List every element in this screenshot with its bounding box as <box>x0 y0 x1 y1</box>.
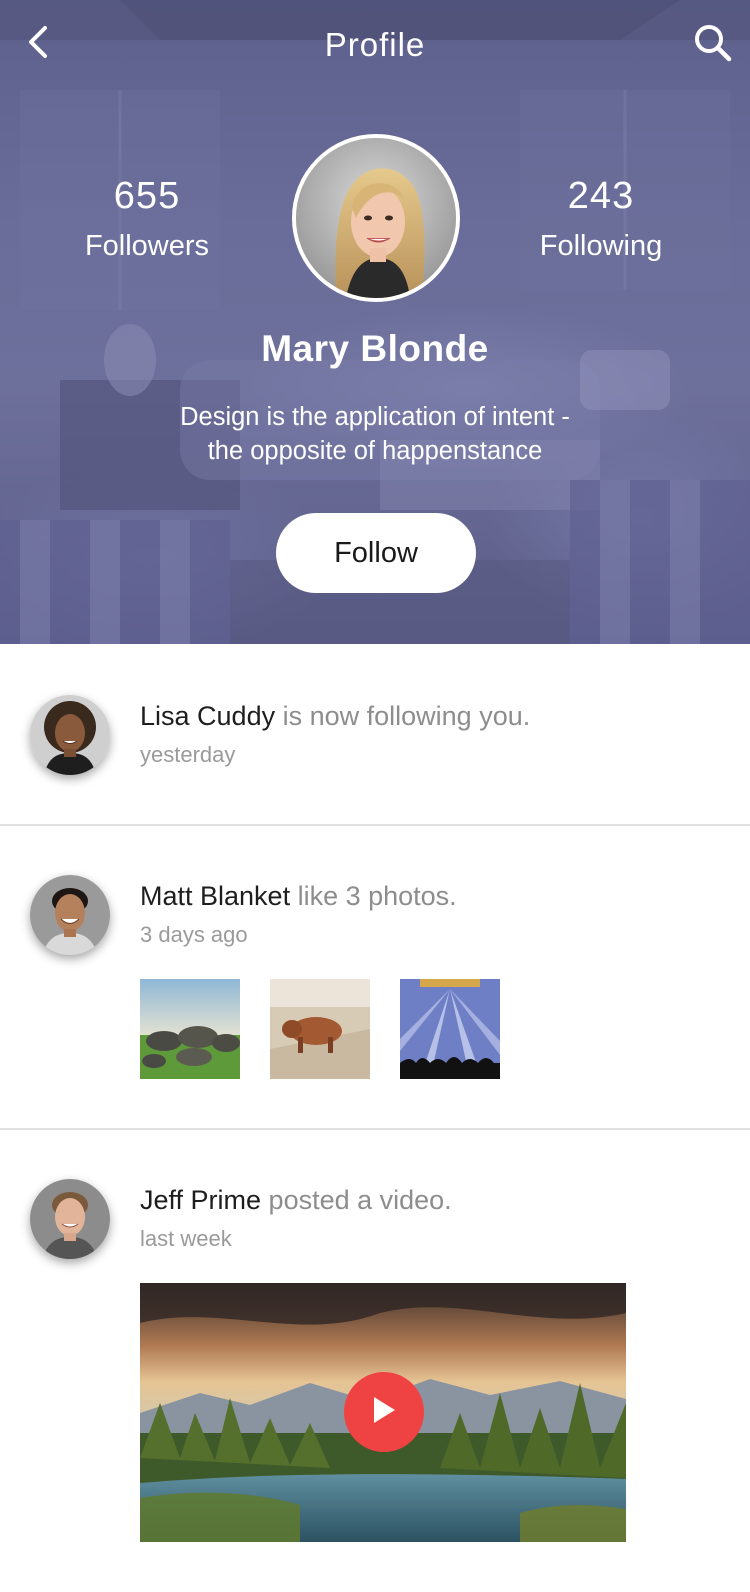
feed-item-1-action: is now following you. <box>275 701 531 731</box>
profile-bio: Design is the application of intent - th… <box>125 400 625 468</box>
feed-item-2-action: like 3 photos. <box>290 881 457 911</box>
feed-divider <box>0 824 750 826</box>
following-label: Following <box>539 230 663 262</box>
followers-label: Followers <box>84 230 210 262</box>
search-button[interactable] <box>690 22 736 68</box>
profile-header: Profile 655 Followers 243 Following Mary… <box>0 0 750 644</box>
feed-item-2-text: Matt Blanket like 3 photos. <box>140 879 457 913</box>
feed-item-3-user[interactable]: Jeff Prime <box>140 1185 261 1215</box>
forest-lake-sunset-video[interactable] <box>140 1283 626 1542</box>
profile-bio-line-1: Design is the application of intent - <box>180 403 570 431</box>
feed-item-1-time: yesterday <box>140 742 236 767</box>
matt-blanket-avatar-image <box>30 875 110 955</box>
followers-count: 655 <box>113 175 181 217</box>
feed-item-1-text: Lisa Cuddy is now following you. <box>140 699 530 733</box>
jeff-prime-avatar-image <box>30 1179 110 1259</box>
feed-divider <box>0 1128 750 1130</box>
feed-item-2-user[interactable]: Matt Blanket <box>140 881 290 911</box>
following-count: 243 <box>567 175 635 217</box>
lisa-cuddy-avatar-image <box>30 695 110 775</box>
jeff-prime-avatar[interactable] <box>30 1179 110 1259</box>
feed-item-3-time: last week <box>140 1226 232 1251</box>
top-navigation-bar: Profile <box>0 0 750 92</box>
followers-stat[interactable]: 655 Followers <box>27 172 267 266</box>
page-title: Profile <box>324 26 426 63</box>
play-icon <box>371 1395 397 1430</box>
lisa-cuddy-avatar[interactable] <box>30 695 110 775</box>
feed-item-3-text: Jeff Prime posted a video. <box>140 1183 452 1217</box>
profile-name: Mary Blonde <box>261 328 489 369</box>
rocks-on-grass-photo[interactable] <box>140 979 240 1079</box>
matt-blanket-avatar[interactable] <box>30 875 110 955</box>
profile-avatar-image <box>296 138 456 298</box>
profile-bio-line-2: the opposite of happenstance <box>207 437 543 465</box>
highland-cow-photo[interactable] <box>270 979 370 1079</box>
feed-item-1-user[interactable]: Lisa Cuddy <box>140 701 275 731</box>
rocks-on-grass-image <box>140 979 240 1079</box>
profile-avatar[interactable] <box>292 134 460 302</box>
feed-item-3-action: posted a video. <box>261 1185 452 1215</box>
concert-lights-photo[interactable] <box>400 979 500 1079</box>
concert-lights-image <box>400 979 500 1079</box>
feed-item-2-time: 3 days ago <box>140 922 248 947</box>
following-stat[interactable]: 243 Following <box>481 172 721 266</box>
play-button[interactable] <box>344 1372 424 1452</box>
search-icon <box>694 24 732 67</box>
follow-button[interactable]: Follow <box>276 513 476 593</box>
highland-cow-image <box>270 979 370 1079</box>
